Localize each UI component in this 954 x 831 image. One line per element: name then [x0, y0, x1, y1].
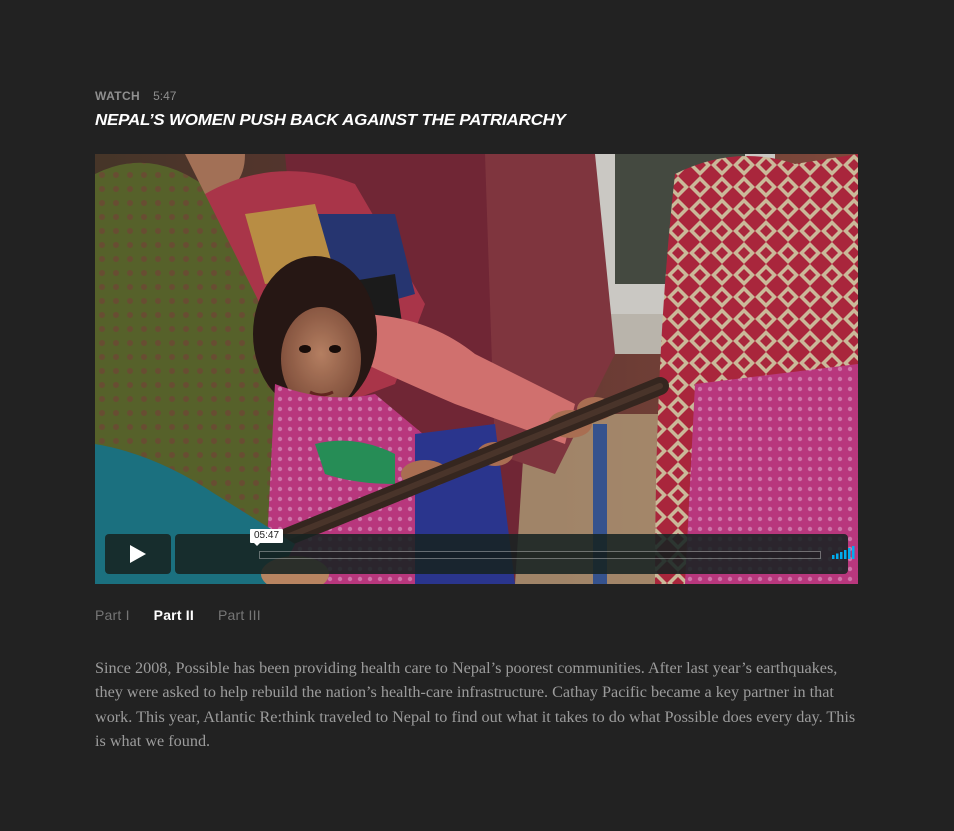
video-player[interactable]: 05:47	[95, 154, 858, 584]
video-description: Since 2008, Possible has been providing …	[95, 659, 856, 750]
volume-icon[interactable]	[832, 545, 856, 559]
page-title: NEPAL’S WOMEN PUSH BACK AGAINST THE PATR…	[95, 112, 566, 129]
video-frame[interactable]	[95, 154, 858, 584]
part-tabs: Part I Part II Part III	[95, 606, 285, 624]
video-duration: 5:47	[153, 89, 177, 103]
progress-bar[interactable]	[259, 551, 821, 559]
controls-panel: 05:47	[175, 529, 855, 574]
timecode-tooltip: 05:47	[250, 529, 284, 546]
watch-label: WATCH	[95, 89, 141, 103]
player-controls: 05:47	[105, 529, 855, 574]
tab-part-1[interactable]: Part I	[95, 606, 130, 624]
tab-part-3[interactable]: Part III	[218, 606, 261, 624]
tab-part-2[interactable]: Part II	[154, 606, 194, 624]
play-button[interactable]	[105, 534, 171, 574]
video-meta: WATCH 5:47	[95, 88, 176, 104]
play-icon	[130, 545, 146, 563]
